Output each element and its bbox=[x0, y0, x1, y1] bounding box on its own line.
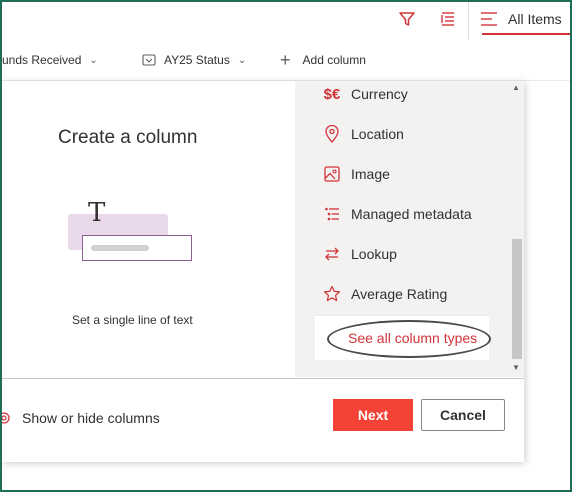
column-type-image[interactable]: Image bbox=[323, 161, 390, 187]
next-button[interactable]: Next bbox=[333, 399, 413, 431]
panel-footer: Show or hide columns Next Cancel bbox=[2, 378, 524, 462]
managed-metadata-icon bbox=[323, 205, 341, 223]
view-selector[interactable]: All Items bbox=[480, 2, 562, 36]
preview-caption: Set a single line of text bbox=[72, 313, 193, 327]
view-label: All Items bbox=[508, 11, 562, 27]
preview-illustration-textbox bbox=[82, 235, 192, 261]
column-preview: Create a column T Set a single line of t… bbox=[2, 81, 295, 377]
choice-column-icon bbox=[142, 54, 156, 66]
gear-icon bbox=[2, 412, 10, 424]
star-icon bbox=[323, 285, 341, 303]
add-column-button[interactable]: + Add column bbox=[280, 40, 366, 80]
column-type-managed-metadata[interactable]: Managed metadata bbox=[323, 201, 472, 227]
panel-title: Create a column bbox=[58, 127, 198, 148]
scroll-up-arrow-icon[interactable]: ▲ bbox=[512, 83, 520, 92]
list-view-icon bbox=[481, 12, 497, 26]
filter-icon bbox=[399, 12, 415, 26]
column-type-currency[interactable]: $€ Currency bbox=[323, 81, 408, 107]
column-type-label: Image bbox=[351, 166, 390, 182]
text-type-icon: T bbox=[88, 198, 106, 228]
add-column-label: Add column bbox=[302, 53, 366, 67]
column-type-average-rating[interactable]: Average Rating bbox=[323, 281, 447, 307]
column-header-funds-received[interactable]: unds Received ⌄ bbox=[2, 40, 98, 80]
column-type-label: Lookup bbox=[351, 246, 397, 262]
column-type-list: $€ Currency Location Image Managed metad… bbox=[295, 81, 510, 377]
highlight-oval bbox=[327, 320, 491, 358]
filter-button[interactable] bbox=[394, 6, 420, 32]
column-type-label: Location bbox=[351, 126, 404, 142]
create-column-panel: Create a column T Set a single line of t… bbox=[2, 81, 524, 462]
view-selected-indicator bbox=[482, 33, 572, 35]
see-all-column-types-row: See all column types bbox=[315, 315, 491, 360]
grouping-button[interactable] bbox=[435, 6, 461, 32]
grouping-icon bbox=[441, 12, 454, 26]
column-header-label: unds Received bbox=[2, 53, 82, 67]
plus-icon: + bbox=[280, 49, 291, 70]
column-header-ay25-status[interactable]: AY25 Status ⌄ bbox=[142, 40, 246, 80]
scroll-thumb[interactable] bbox=[512, 239, 522, 359]
column-header-row: unds Received ⌄ AY25 Status ⌄ + Add colu… bbox=[2, 40, 570, 81]
chevron-down-icon: ⌄ bbox=[89, 54, 98, 66]
column-type-scrollbar[interactable]: ▲ ▼ bbox=[510, 81, 524, 377]
list-background bbox=[524, 81, 570, 489]
scroll-down-arrow-icon[interactable]: ▼ bbox=[512, 363, 520, 372]
show-hide-columns-label: Show or hide columns bbox=[22, 410, 160, 426]
image-icon bbox=[323, 165, 341, 183]
toolbar-divider bbox=[468, 2, 469, 40]
column-type-label: Average Rating bbox=[351, 286, 448, 302]
column-header-label: AY25 Status bbox=[164, 53, 230, 67]
lookup-icon bbox=[323, 245, 341, 263]
location-icon bbox=[323, 125, 341, 143]
column-type-label: Managed metadata bbox=[351, 206, 472, 222]
column-type-location[interactable]: Location bbox=[323, 121, 404, 147]
currency-icon: $€ bbox=[323, 85, 341, 103]
cancel-button[interactable]: Cancel bbox=[421, 399, 505, 431]
column-type-label: Currency bbox=[351, 86, 408, 102]
column-type-lookup[interactable]: Lookup bbox=[323, 241, 397, 267]
show-hide-columns-button[interactable]: Show or hide columns bbox=[2, 409, 160, 427]
command-bar: All Items bbox=[2, 2, 572, 40]
chevron-down-icon: ⌄ bbox=[237, 54, 247, 66]
preview-illustration-line bbox=[91, 245, 149, 251]
